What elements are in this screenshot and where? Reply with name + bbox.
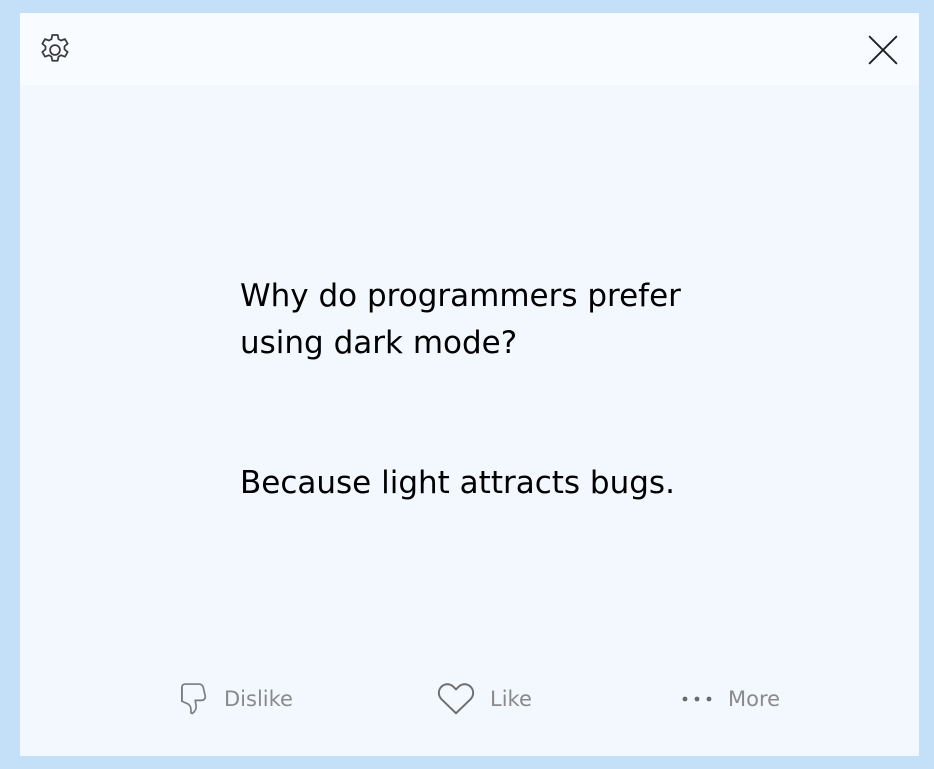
more-button[interactable]: More [680,677,780,721]
dislike-button[interactable]: Dislike [176,677,293,721]
more-label: More [728,687,781,711]
joke-setup: Why do programmers prefer using dark mod… [240,278,681,361]
dislike-label: Dislike [224,687,293,711]
heart-icon [436,681,476,717]
gear-icon [41,34,69,62]
more-icon [680,693,714,705]
thumbs-down-icon [176,681,210,717]
close-icon [868,35,898,65]
like-label: Like [490,687,532,711]
joke-card: Why do programmers prefer using dark mod… [20,13,919,756]
joke-punchline: Because light attracts bugs. [240,465,675,501]
settings-button[interactable] [32,27,78,73]
like-button[interactable]: Like [436,677,532,721]
title-bar [20,13,919,85]
close-button[interactable] [860,27,906,73]
joke-content: Why do programmers prefer using dark mod… [240,273,760,501]
